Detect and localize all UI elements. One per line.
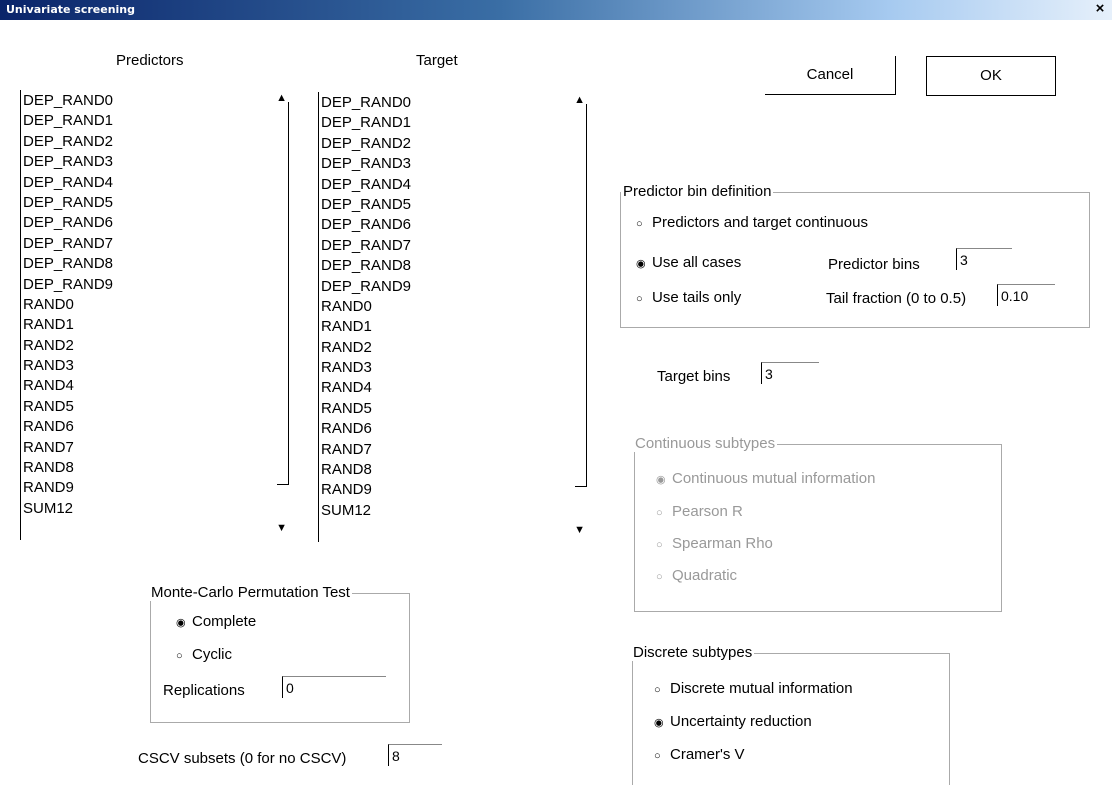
continuous-subtypes-legend: Continuous subtypes: [633, 435, 778, 452]
radio-off-icon: ○: [656, 571, 663, 583]
target-list-item[interactable]: RAND2: [321, 338, 411, 358]
predictor-list-item[interactable]: DEP_RAND1: [23, 111, 113, 131]
radio-on-icon: ◉: [176, 617, 186, 629]
target-list-item[interactable]: DEP_RAND5: [321, 195, 411, 215]
target-items: DEP_RAND0 DEP_RAND1 DEP_RAND2 DEP_RAND3 DEP_…: [321, 93, 411, 521]
cancel-button[interactable]: Cancel: [765, 56, 896, 95]
target-label: Target: [416, 52, 458, 69]
replications-label: Replications: [163, 682, 245, 699]
target-list-item[interactable]: DEP_RAND7: [321, 236, 411, 256]
cscv-label: CSCV subsets (0 for no CSCV): [138, 750, 347, 767]
target-list-item[interactable]: RAND7: [321, 440, 411, 460]
target-list-item[interactable]: RAND4: [321, 378, 411, 398]
scroll-up-icon[interactable]: ▲: [574, 94, 585, 106]
predictors-listbox[interactable]: DEP_RAND0 DEP_RAND1 DEP_RAND2 DEP_RAND3 DEP_…: [20, 90, 289, 540]
predictors-items: DEP_RAND0 DEP_RAND1 DEP_RAND2 DEP_RAND3 DEP_…: [23, 91, 113, 519]
target-list-item[interactable]: DEP_RAND2: [321, 134, 411, 154]
predictor-list-item[interactable]: DEP_RAND3: [23, 152, 113, 172]
tail-fraction-input[interactable]: 0.10: [997, 284, 1055, 306]
radio-use-all-cases[interactable]: ◉ Use all cases: [636, 254, 741, 271]
predictor-bins-label: Predictor bins: [828, 256, 920, 273]
predictor-list-item[interactable]: RAND8: [23, 458, 113, 478]
predictor-list-item[interactable]: SUM12: [23, 499, 113, 519]
radio-cyclic[interactable]: ○ Cyclic: [176, 646, 232, 663]
target-list-item[interactable]: RAND3: [321, 358, 411, 378]
scroll-up-icon[interactable]: ▲: [276, 92, 287, 104]
target-list-item[interactable]: DEP_RAND3: [321, 154, 411, 174]
tail-fraction-label: Tail fraction (0 to 0.5): [826, 290, 967, 307]
target-list-item[interactable]: DEP_RAND1: [321, 113, 411, 133]
title-bar: Univariate screening ×: [0, 0, 1112, 20]
radio-spearman-rho[interactable]: ○ Spearman Rho: [656, 535, 773, 552]
radio-off-icon: ○: [636, 218, 643, 230]
predictor-list-item[interactable]: RAND3: [23, 356, 113, 376]
predictor-bin-legend: Predictor bin definition: [621, 183, 774, 200]
target-bins-label: Target bins: [657, 368, 731, 385]
predictor-bins-input[interactable]: 3: [956, 248, 1012, 270]
radio-on-icon: ◉: [656, 474, 666, 486]
scroll-down-icon[interactable]: ▼: [276, 522, 287, 534]
target-list-item[interactable]: SUM12: [321, 501, 411, 521]
radio-discrete-mutual-information[interactable]: ○ Discrete mutual information: [654, 680, 853, 697]
radio-off-icon: ○: [654, 750, 661, 762]
predictor-list-item[interactable]: RAND5: [23, 397, 113, 417]
predictor-list-item[interactable]: RAND9: [23, 478, 113, 498]
radio-off-icon: ○: [656, 507, 663, 519]
target-list-item[interactable]: DEP_RAND0: [321, 93, 411, 113]
montecarlo-legend: Monte-Carlo Permutation Test: [149, 584, 352, 601]
predictor-list-item[interactable]: RAND4: [23, 376, 113, 396]
predictor-list-item[interactable]: DEP_RAND2: [23, 132, 113, 152]
radio-pearson-r[interactable]: ○ Pearson R: [656, 503, 743, 520]
radio-uncertainty-reduction[interactable]: ◉ Uncertainty reduction: [654, 713, 812, 730]
cscv-input[interactable]: 8: [388, 744, 442, 766]
target-list-item[interactable]: RAND6: [321, 419, 411, 439]
predictor-list-item[interactable]: RAND6: [23, 417, 113, 437]
predictor-list-item[interactable]: RAND1: [23, 315, 113, 335]
radio-quadratic[interactable]: ○ Quadratic: [656, 567, 737, 584]
predictor-list-item[interactable]: DEP_RAND9: [23, 275, 113, 295]
target-list-item[interactable]: RAND9: [321, 480, 411, 500]
target-listbox[interactable]: DEP_RAND0 DEP_RAND1 DEP_RAND2 DEP_RAND3 DEP_…: [318, 92, 587, 542]
radio-on-icon: ◉: [636, 258, 646, 270]
predictor-list-item[interactable]: DEP_RAND0: [23, 91, 113, 111]
target-bins-input[interactable]: 3: [761, 362, 819, 384]
discrete-subtypes-legend: Discrete subtypes: [631, 644, 755, 661]
radio-predictors-continuous[interactable]: ○ Predictors and target continuous: [636, 214, 868, 231]
radio-off-icon: ○: [656, 539, 663, 551]
ok-button[interactable]: OK: [926, 56, 1056, 96]
window-title: Univariate screening: [6, 3, 136, 16]
predictor-list-item[interactable]: DEP_RAND7: [23, 234, 113, 254]
predictors-label: Predictors: [116, 52, 184, 69]
scroll-down-icon[interactable]: ▼: [574, 524, 585, 536]
target-list-item[interactable]: RAND1: [321, 317, 411, 337]
predictor-list-item[interactable]: RAND7: [23, 438, 113, 458]
target-list-item[interactable]: DEP_RAND8: [321, 256, 411, 276]
predictor-list-item[interactable]: RAND2: [23, 336, 113, 356]
predictor-list-item[interactable]: DEP_RAND4: [23, 173, 113, 193]
predictor-list-item[interactable]: DEP_RAND6: [23, 213, 113, 233]
predictor-list-item[interactable]: RAND0: [23, 295, 113, 315]
radio-off-icon: ○: [176, 650, 183, 662]
target-list-item[interactable]: RAND0: [321, 297, 411, 317]
target-list-item[interactable]: RAND5: [321, 399, 411, 419]
target-list-item[interactable]: DEP_RAND9: [321, 277, 411, 297]
radio-use-tails-only[interactable]: ○ Use tails only: [636, 289, 741, 306]
target-list-item[interactable]: RAND8: [321, 460, 411, 480]
predictor-list-item[interactable]: DEP_RAND8: [23, 254, 113, 274]
predictors-scrollbar[interactable]: ▲ ▼: [273, 90, 289, 540]
replications-input[interactable]: 0: [282, 676, 386, 698]
radio-on-icon: ◉: [654, 717, 664, 729]
radio-continuous-mutual-information[interactable]: ◉ Continuous mutual information: [656, 470, 875, 487]
close-icon[interactable]: ×: [1092, 1, 1108, 17]
predictor-list-item[interactable]: DEP_RAND5: [23, 193, 113, 213]
radio-off-icon: ○: [636, 293, 643, 305]
target-scrollbar[interactable]: ▲ ▼: [571, 92, 587, 542]
radio-cramers-v[interactable]: ○ Cramer's V: [654, 746, 745, 763]
target-list-item[interactable]: DEP_RAND4: [321, 175, 411, 195]
radio-complete[interactable]: ◉ Complete: [176, 613, 256, 630]
radio-off-icon: ○: [654, 684, 661, 696]
target-list-item[interactable]: DEP_RAND6: [321, 215, 411, 235]
